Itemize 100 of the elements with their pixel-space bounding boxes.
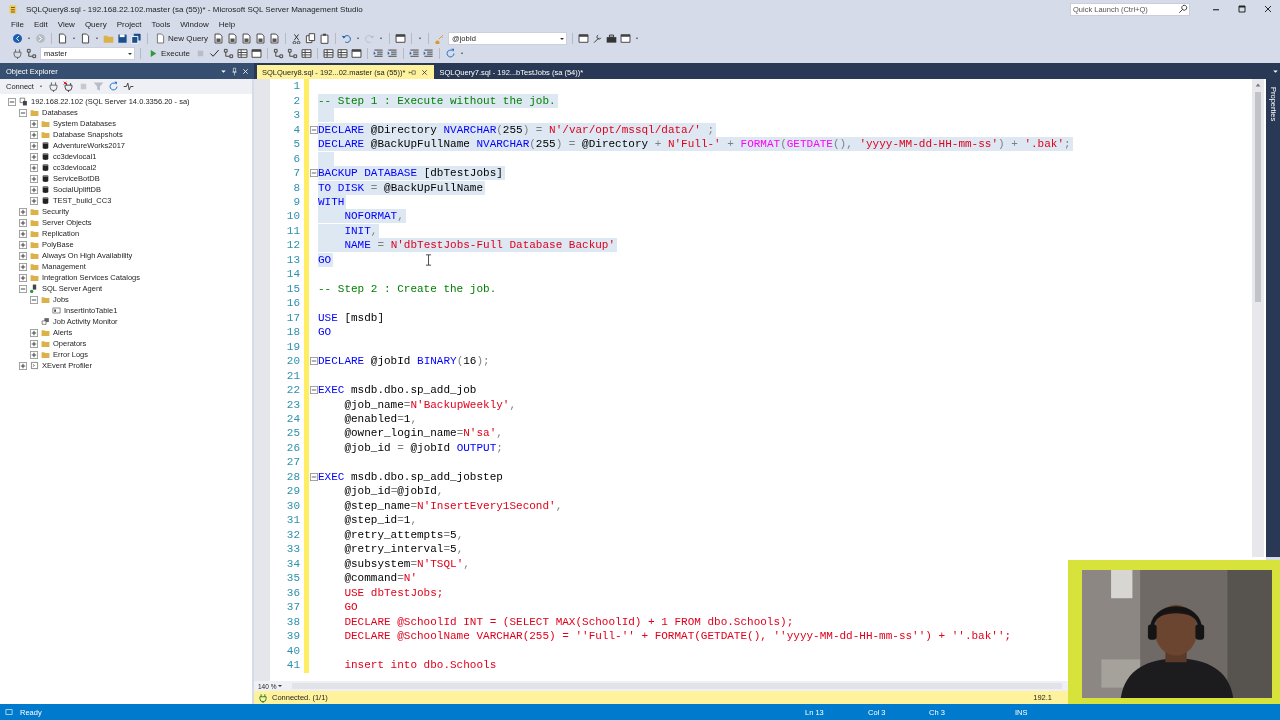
collapse-toggle[interactable]	[309, 386, 318, 395]
expand-toggle[interactable]	[30, 328, 38, 337]
expand-toggle[interactable]	[30, 152, 38, 161]
expand-toggle[interactable]	[30, 141, 38, 150]
expand-toggle[interactable]	[19, 240, 27, 249]
scroll-up-icon[interactable]	[1254, 81, 1262, 89]
code-line: GO	[318, 325, 333, 340]
expand-toggle[interactable]	[30, 163, 38, 172]
database-document-icon[interactable]	[255, 33, 266, 44]
window-icon	[4, 707, 14, 717]
hierarchy-icon[interactable]	[26, 48, 37, 59]
database-document-icon[interactable]	[269, 33, 280, 44]
indent-icon[interactable]	[422, 48, 434, 59]
window-icon[interactable]	[578, 33, 589, 44]
execute-button[interactable]: Execute	[146, 47, 192, 60]
collapse-toggle[interactable]	[309, 357, 318, 366]
line-number: 3	[293, 109, 300, 122]
folder-icon	[41, 295, 50, 304]
expand-toggle[interactable]	[8, 97, 16, 106]
plug-icon[interactable]	[47, 81, 59, 92]
scroll-bar[interactable]	[1252, 79, 1264, 557]
expand-toggle[interactable]	[30, 350, 38, 359]
scissors-icon[interactable]	[291, 33, 302, 44]
expand-toggle[interactable]	[30, 339, 38, 348]
indent-icon[interactable]	[386, 48, 398, 59]
code-line: @subsystem=N'TSQL',	[343, 556, 471, 571]
back-icon[interactable]	[12, 33, 23, 44]
expand-toggle[interactable]	[30, 174, 38, 183]
collapse-toggle[interactable]	[309, 169, 318, 178]
menu-item[interactable]: Window	[175, 20, 214, 29]
close-icon[interactable]	[241, 66, 250, 76]
line-number: 32	[286, 528, 300, 541]
expand-toggle[interactable]	[19, 108, 27, 117]
menu-item[interactable]: Project	[111, 20, 147, 29]
maximize-icon[interactable]	[1236, 3, 1248, 15]
expand-toggle[interactable]	[30, 196, 38, 205]
pin-icon[interactable]	[230, 66, 239, 76]
expand-toggle[interactable]	[19, 284, 27, 293]
menu-item[interactable]: Query	[79, 20, 112, 29]
hierarchy-icon[interactable]	[272, 48, 284, 59]
collapse-toggle[interactable]	[309, 125, 318, 134]
menu-item[interactable]: File	[6, 20, 29, 29]
save-icon[interactable]	[117, 33, 128, 44]
menu-item[interactable]: Tools	[146, 20, 176, 29]
line-number: 15	[286, 282, 300, 295]
database-document-icon[interactable]	[227, 33, 238, 44]
database-document-icon[interactable]	[241, 33, 252, 44]
check-icon[interactable]	[208, 48, 220, 59]
toolbox-icon[interactable]	[606, 33, 617, 44]
clipboard-icon[interactable]	[319, 33, 330, 44]
expand-toggle[interactable]	[19, 262, 27, 271]
expand-toggle[interactable]	[19, 251, 27, 260]
indent-icon[interactable]	[408, 48, 420, 59]
expand-toggle[interactable]	[30, 185, 38, 194]
menu-item[interactable]: Edit	[28, 20, 53, 29]
document-icon[interactable]	[80, 33, 91, 44]
new-query-button[interactable]: New Query	[153, 32, 210, 45]
database-document-icon[interactable]	[213, 33, 224, 44]
grid-icon[interactable]	[322, 48, 334, 59]
window-icon[interactable]	[250, 48, 262, 59]
activity-icon[interactable]	[122, 81, 134, 92]
window-icon[interactable]	[350, 48, 362, 59]
expand-toggle[interactable]	[19, 218, 27, 227]
menu-item[interactable]: Help	[213, 20, 241, 29]
grid-icon[interactable]	[236, 48, 248, 59]
window-icon[interactable]	[395, 33, 406, 44]
wrench-icon[interactable]	[592, 33, 603, 44]
undo-icon[interactable]	[341, 33, 352, 44]
expand-toggle[interactable]	[30, 130, 38, 139]
indent-icon[interactable]	[372, 48, 384, 59]
plug-icon[interactable]	[62, 81, 74, 92]
code-line: insert into dbo.Schools	[343, 658, 498, 672]
expand-toggle[interactable]	[19, 207, 27, 216]
hierarchy-icon[interactable]	[222, 48, 234, 59]
refresh-icon[interactable]	[444, 48, 456, 59]
copy-icon[interactable]	[305, 33, 316, 44]
grid-icon[interactable]	[336, 48, 348, 59]
close-icon[interactable]	[420, 67, 430, 77]
collapse-toggle[interactable]	[309, 472, 318, 481]
line-number: 33	[286, 543, 300, 556]
document-icon[interactable]	[57, 33, 68, 44]
expand-toggle[interactable]	[19, 273, 27, 282]
expand-toggle[interactable]	[19, 361, 27, 370]
line-number: 26	[286, 441, 300, 454]
expand-toggle[interactable]	[30, 295, 38, 304]
grid-icon[interactable]	[300, 48, 312, 59]
plug-icon[interactable]	[12, 48, 23, 59]
expand-toggle[interactable]	[30, 119, 38, 128]
save-all-icon[interactable]	[131, 33, 142, 44]
scroll-thumb[interactable]	[1255, 92, 1261, 302]
code-line: @step_id=1,	[343, 513, 419, 528]
line-number: 28	[286, 470, 300, 483]
line-number: 18	[286, 326, 300, 339]
close-icon[interactable]	[1262, 3, 1274, 15]
menu-item[interactable]: View	[52, 20, 80, 29]
expand-toggle[interactable]	[19, 229, 27, 238]
pin-icon[interactable]	[408, 67, 418, 77]
hierarchy-icon[interactable]	[286, 48, 298, 59]
line-number: 12	[286, 239, 300, 252]
window-icon[interactable]	[620, 33, 631, 44]
